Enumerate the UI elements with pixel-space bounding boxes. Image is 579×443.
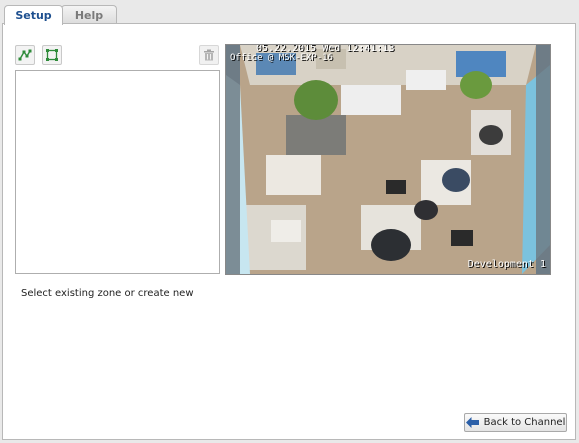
setup-panel: 05.22.2015 Wed 12:41:13 Office @ MSK-EXP… — [2, 23, 576, 440]
rectangle-zone-icon — [46, 49, 58, 61]
zone-hint-text: Select existing zone or create new — [21, 288, 194, 299]
polyline-zone-button[interactable] — [15, 45, 35, 65]
camera-name-overlay: Office @ MSK-EXP-16 — [230, 53, 333, 63]
camera-preview[interactable]: 05.22.2015 Wed 12:41:13 Office @ MSK-EXP… — [225, 44, 551, 275]
back-to-channel-button[interactable]: Back to Channel — [464, 413, 567, 432]
tab-bar: Help Setup — [0, 0, 579, 25]
tab-help[interactable]: Help — [61, 5, 117, 24]
back-button-label: Back to Channel — [483, 417, 566, 428]
rectangle-zone-button[interactable] — [42, 45, 62, 65]
tab-setup[interactable]: Setup — [4, 5, 63, 25]
camera-location-overlay: Development 1 — [467, 259, 546, 270]
delete-zone-button[interactable] — [199, 45, 219, 65]
zone-list[interactable] — [15, 70, 220, 274]
trash-icon — [204, 49, 214, 61]
office-scene-image — [226, 45, 550, 274]
polyline-zone-icon — [18, 49, 32, 61]
arrow-left-icon — [465, 417, 479, 428]
